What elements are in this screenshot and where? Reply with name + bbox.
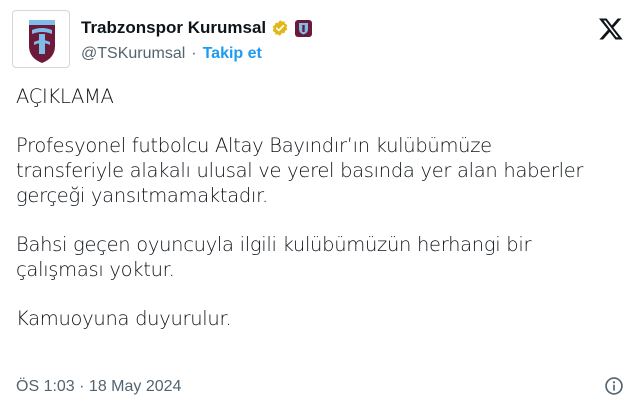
tweet-body: AÇIKLAMA Profesyonel futbolcu Altay Bayı… [16, 84, 626, 331]
tweet-timestamp[interactable]: ÖS 1:03 · 18 May 2024 [16, 378, 181, 396]
info-icon[interactable] [604, 376, 624, 396]
author-row: Trabzonspor Kurumsal [81, 17, 313, 39]
affiliate-badge-icon[interactable] [295, 19, 313, 37]
author-handle[interactable]: @TSKurumsal [81, 45, 185, 63]
author-name[interactable]: Trabzonspor Kurumsal [81, 18, 266, 38]
tweet-header: Trabzonspor Kurumsal @TSKurumsal · Takip… [12, 10, 628, 68]
avatar[interactable] [12, 10, 70, 68]
trabzonspor-logo-icon [29, 20, 55, 63]
tweet-paragraph-heading: AÇIKLAMA [16, 85, 114, 108]
tweet-paragraph: Profesyonel futbolcu Altay Bayındır’ın k… [16, 134, 584, 207]
handle-row: @TSKurumsal · Takip et [81, 44, 262, 64]
verified-badge-icon [272, 20, 288, 36]
x-logo-icon[interactable] [598, 16, 624, 42]
tweet-paragraph: Kamuoyuna duyurulur. [16, 307, 232, 330]
follow-button[interactable]: Takip et [203, 45, 262, 63]
tweet-paragraph: Bahsi geçen oyuncuyla ilgili kulübümüzün… [16, 233, 532, 281]
separator-dot: · [191, 45, 197, 62]
